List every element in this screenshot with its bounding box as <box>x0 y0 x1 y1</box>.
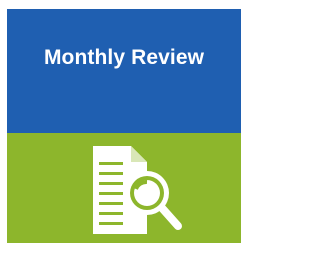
tile-header: Monthly Review <box>7 9 241 133</box>
tile-icon-panel <box>7 133 241 243</box>
monthly-review-tile[interactable]: Monthly Review <box>0 0 249 253</box>
document-search-icon <box>93 146 182 234</box>
tile-title: Monthly Review <box>43 45 205 69</box>
